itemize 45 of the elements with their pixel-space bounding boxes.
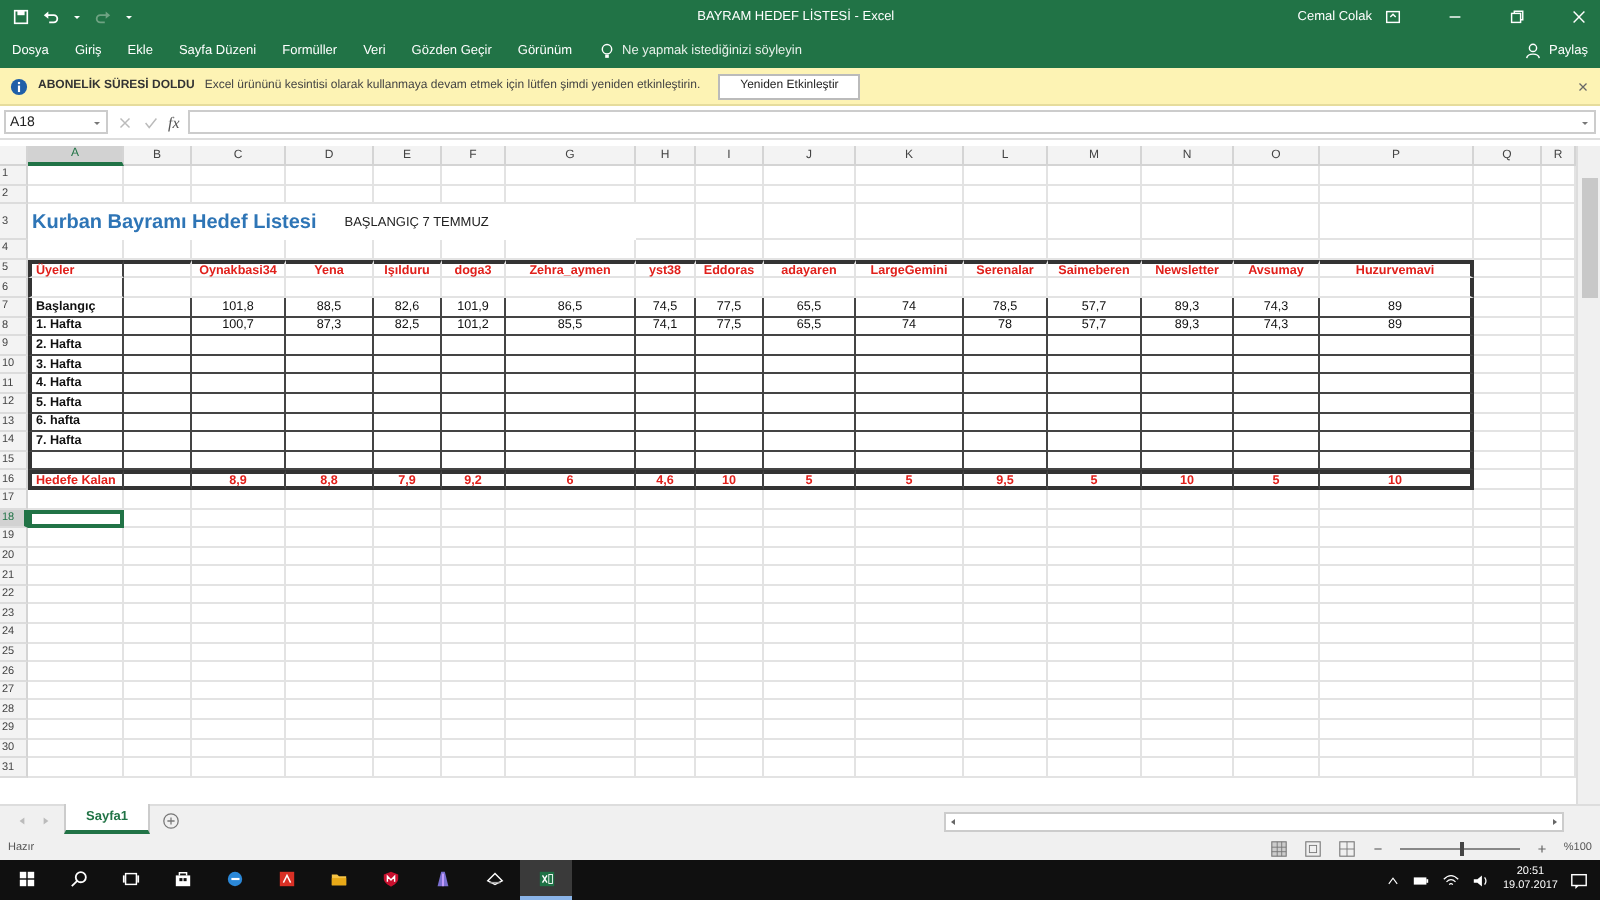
task-view-icon[interactable] bbox=[121, 869, 139, 887]
formula-input[interactable] bbox=[187, 110, 1596, 134]
select-all-button[interactable] bbox=[0, 146, 28, 166]
previous-sheet-icon[interactable] bbox=[16, 812, 28, 830]
folder-icon[interactable] bbox=[329, 869, 347, 887]
redo-icon[interactable] bbox=[94, 7, 112, 25]
zoom-in-icon[interactable] bbox=[1535, 839, 1548, 857]
cancel-icon[interactable] bbox=[116, 113, 134, 131]
zoom-thumb[interactable] bbox=[1459, 841, 1464, 855]
scrollbar-thumb[interactable] bbox=[1581, 178, 1597, 298]
spreadsheet-icon[interactable] bbox=[537, 869, 555, 887]
info-icon bbox=[10, 77, 28, 95]
save-icon[interactable] bbox=[12, 7, 30, 25]
check-icon[interactable] bbox=[142, 113, 160, 131]
selected-cell[interactable] bbox=[28, 509, 124, 529]
page-break-icon[interactable] bbox=[1337, 839, 1356, 857]
speaker-icon[interactable] bbox=[1472, 871, 1491, 889]
notification-icon[interactable] bbox=[1570, 871, 1588, 889]
windows-icon[interactable] bbox=[17, 869, 35, 887]
add-sheet-icon[interactable] bbox=[161, 812, 180, 830]
browser-icon[interactable] bbox=[225, 869, 243, 887]
ribbon-display-icon[interactable] bbox=[1383, 7, 1402, 25]
close-icon[interactable] bbox=[1576, 79, 1590, 93]
search-icon[interactable] bbox=[69, 869, 87, 887]
document-icon[interactable] bbox=[277, 869, 295, 887]
battery-icon[interactable] bbox=[1412, 871, 1431, 889]
horizontal-scrollbar[interactable] bbox=[944, 811, 1564, 831]
cloud-icon[interactable] bbox=[485, 869, 503, 887]
restore-icon[interactable] bbox=[1507, 7, 1526, 25]
insert-function-button[interactable]: fx bbox=[168, 113, 180, 131]
vertical-scrollbar[interactable] bbox=[1576, 146, 1600, 804]
next-sheet-icon[interactable] bbox=[40, 812, 52, 830]
normal-view-icon[interactable] bbox=[1269, 839, 1288, 857]
undo-icon[interactable] bbox=[42, 7, 60, 25]
scroll-right-icon[interactable] bbox=[1550, 815, 1560, 827]
shopping-bag-icon[interactable] bbox=[173, 869, 191, 887]
app-icon[interactable] bbox=[433, 869, 451, 887]
lightbulb-icon bbox=[598, 41, 616, 59]
person-icon bbox=[1524, 41, 1543, 59]
scroll-left-icon[interactable] bbox=[948, 815, 958, 827]
sheet-title: Kurban Bayramı Hedef Listesi bbox=[32, 211, 317, 234]
page-layout-icon[interactable] bbox=[1303, 839, 1322, 857]
wifi-icon[interactable] bbox=[1442, 871, 1461, 889]
taskbar-button[interactable] bbox=[520, 860, 572, 900]
shield-icon[interactable] bbox=[381, 869, 399, 887]
